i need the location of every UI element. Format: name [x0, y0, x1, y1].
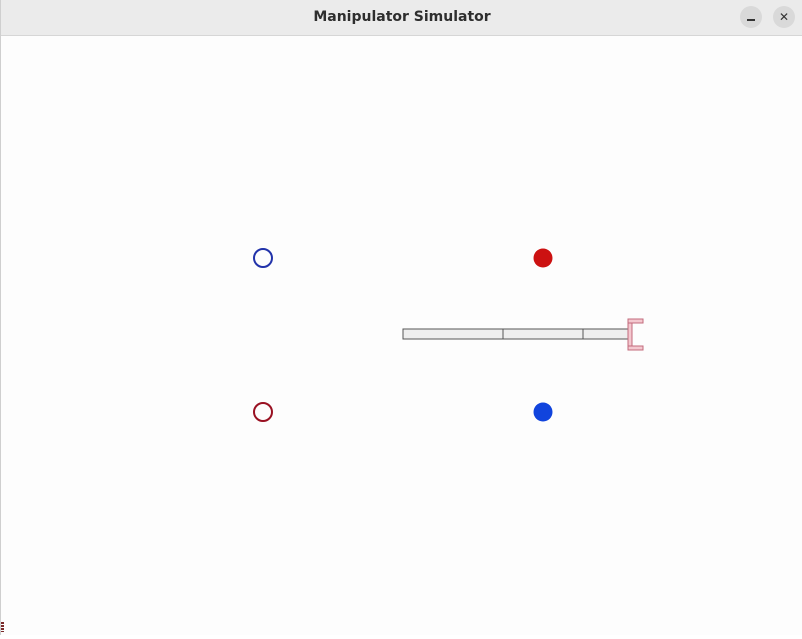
title-bar[interactable]: Manipulator Simulator ✕: [1, 0, 802, 36]
target-blue-filled: [533, 402, 553, 422]
window-edge-marker: [1, 622, 4, 632]
simulation-canvas[interactable]: [2, 36, 802, 635]
arm-link-3: [582, 328, 629, 340]
close-button[interactable]: ✕: [773, 6, 795, 28]
minimize-icon: [747, 19, 755, 21]
close-icon: ✕: [778, 10, 790, 24]
manipulator-arm: [402, 318, 644, 351]
arm-link-1: [402, 328, 504, 340]
minimize-button[interactable]: [740, 6, 762, 28]
app-window: Manipulator Simulator ✕: [0, 0, 802, 635]
arm-link-2: [502, 328, 584, 340]
target-blue-outline: [253, 248, 273, 268]
gripper: [627, 318, 644, 351]
target-red-outline: [253, 402, 273, 422]
simulation-svg: [253, 248, 644, 422]
gripper-finger-bottom: [627, 345, 644, 351]
gripper-palm: [627, 318, 633, 351]
gripper-finger-top: [627, 318, 644, 324]
window-title: Manipulator Simulator: [313, 9, 491, 25]
target-red-filled: [533, 248, 553, 268]
